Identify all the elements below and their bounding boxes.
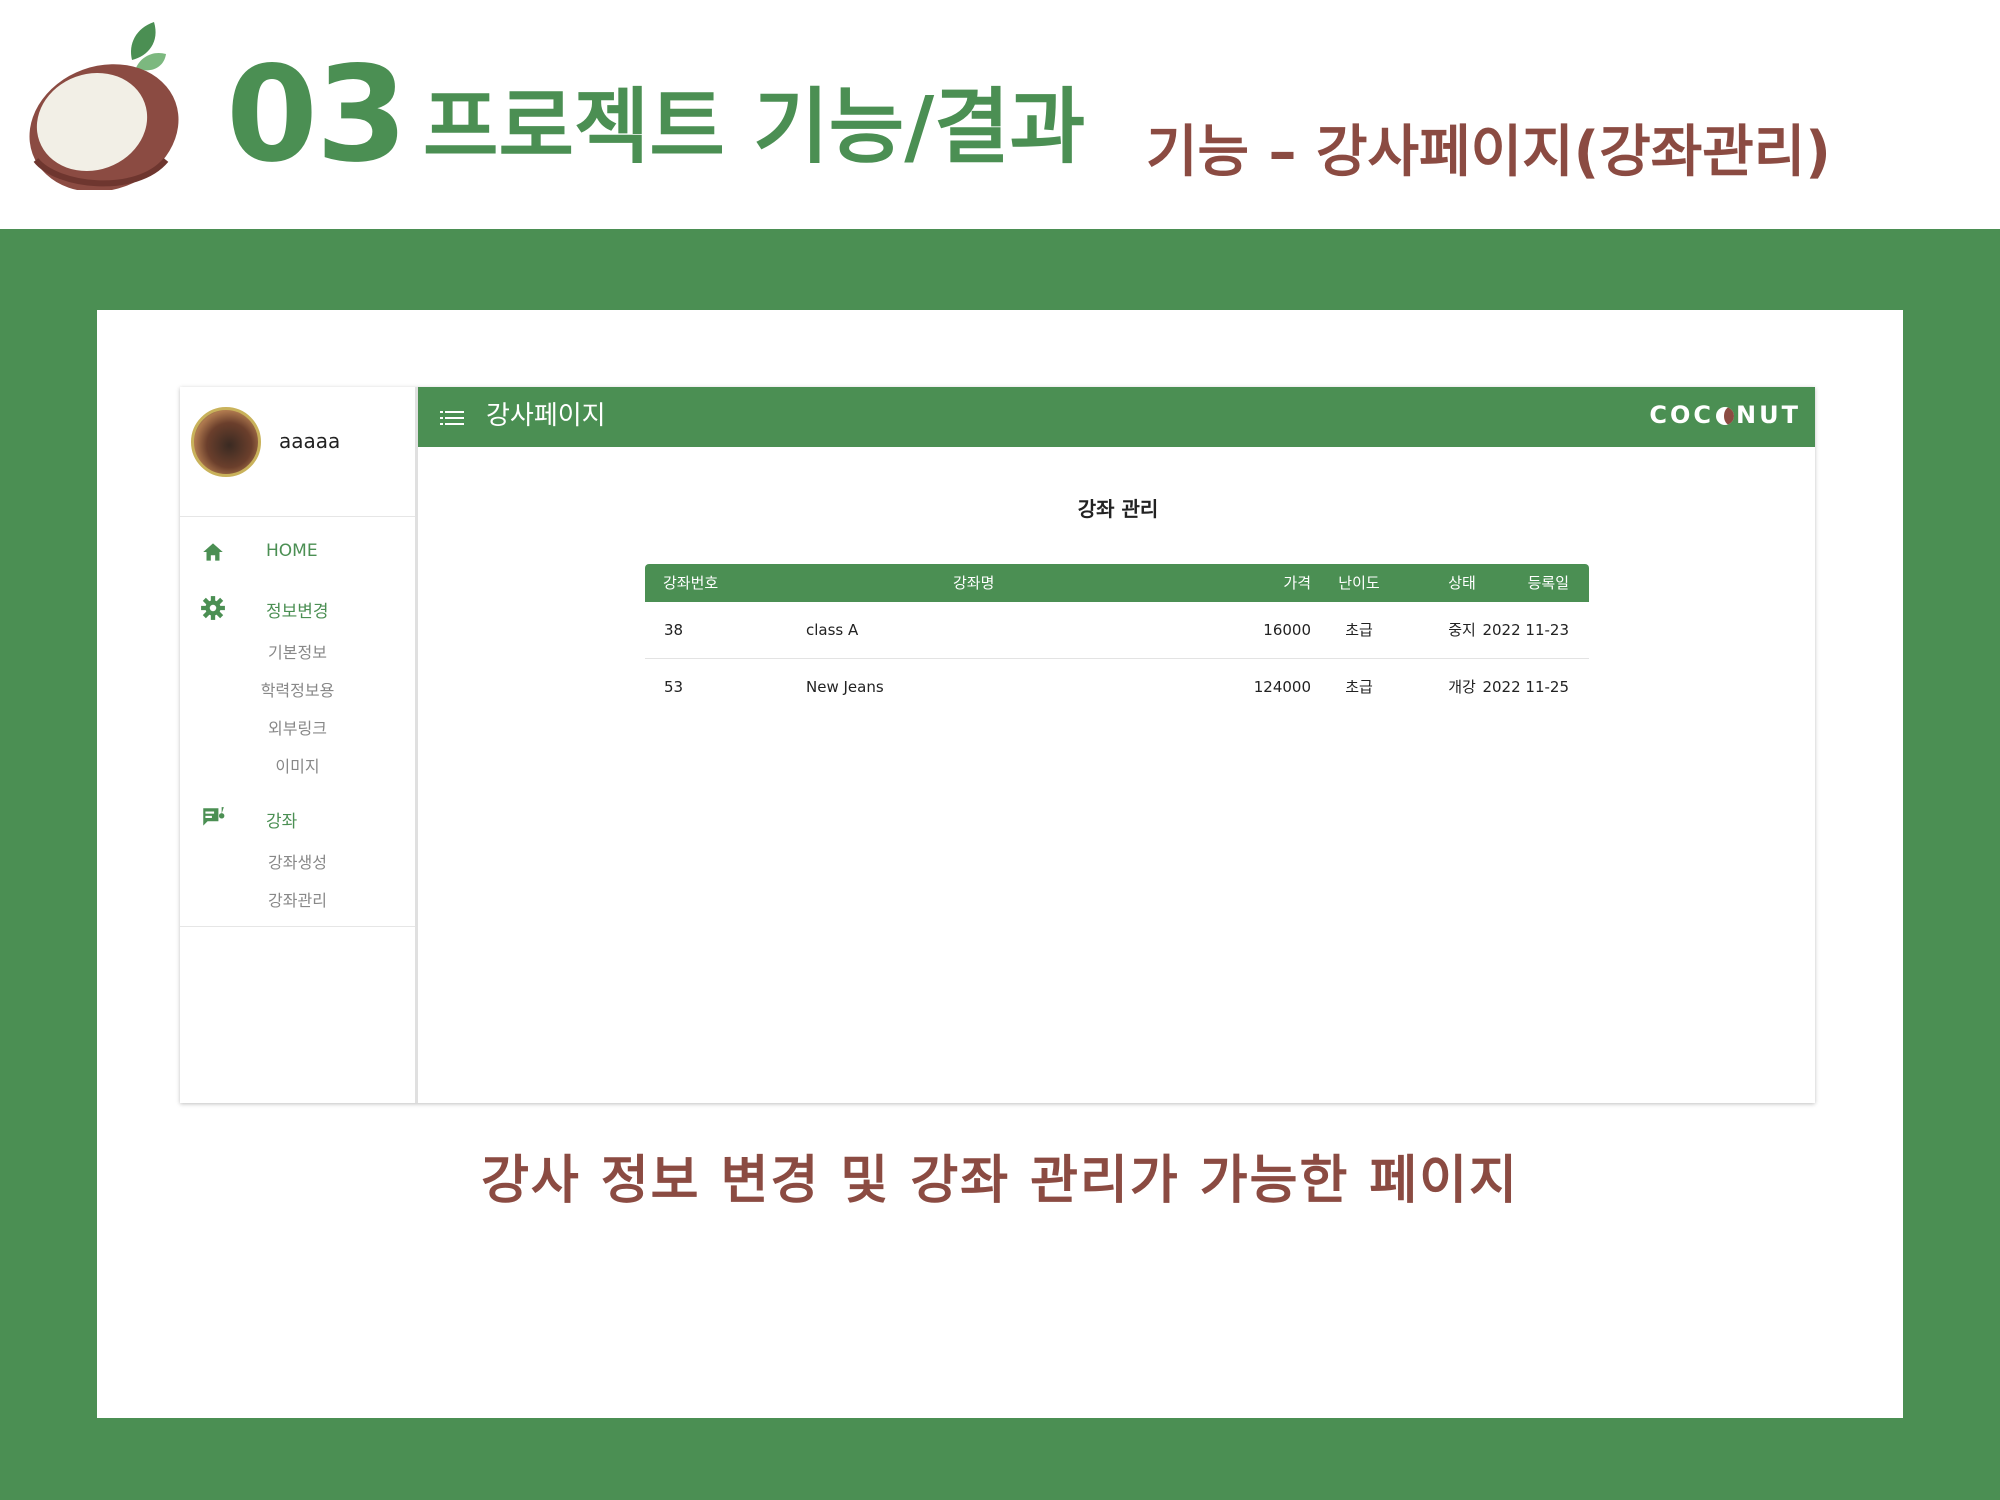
sidebar-item-course[interactable]: 강좌 [180,797,415,837]
cell-course-name: New Jeans [806,678,884,696]
th-course-name: 강좌명 [953,574,995,592]
table-row[interactable]: 53 New Jeans 124000 초급 개강 2022 11-25 [645,659,1589,716]
sidebar: aaaaa HOME 정보변경 기본정보 학력정보용 외부링크 이미지 강좌 강… [180,387,418,1103]
table-row[interactable]: 38 class A 16000 초급 중지 2022 11-23 [645,602,1589,659]
sidebar-subitem-image[interactable]: 이미지 [180,752,415,782]
coconut-o-icon [1716,407,1735,425]
th-difficulty: 난이도 [1338,574,1380,592]
brand-logo[interactable]: COC NUT [1649,401,1801,429]
username: aaaaa [279,429,341,453]
content-title: 강좌 관리 [1077,497,1159,521]
sidebar-subitem-external-link[interactable]: 외부링크 [180,714,415,744]
cell-price: 16000 [1263,621,1311,639]
brand-text-right: NUT [1736,401,1801,429]
profile-section: aaaaa [180,387,415,517]
sidebar-nav: HOME 정보변경 기본정보 학력정보용 외부링크 이미지 강좌 강좌생성 강좌… [180,517,415,927]
cell-difficulty: 초급 [1345,678,1373,696]
avatar[interactable] [191,407,261,477]
sidebar-item-home[interactable]: HOME [180,531,415,571]
cell-price: 124000 [1253,678,1311,696]
sidebar-subitem-course-manage[interactable]: 강좌관리 [180,886,415,916]
top-app-bar: 강사페이지 COC NUT [418,387,1815,447]
cell-reg-date: 2022 11-23 [1482,621,1569,639]
menu-list-icon[interactable] [440,409,464,427]
coconut-logo-icon [29,22,179,190]
sidebar-item-label: HOME [266,541,318,561]
th-reg-date: 등록일 [1527,574,1569,592]
th-price: 가격 [1283,574,1311,592]
sidebar-item-label: 강좌 [266,812,298,832]
cell-course-id: 53 [664,678,684,696]
gear-icon [201,596,225,620]
sidebar-subitem-basic-info[interactable]: 기본정보 [180,638,415,668]
instructor-app-window: aaaaa HOME 정보변경 기본정보 학력정보용 외부링크 이미지 강좌 강… [180,387,1815,1103]
sidebar-subitem-course-create[interactable]: 강좌생성 [180,848,415,878]
cell-course-name: class A [806,621,859,639]
slide-header: 03 프로젝트 기능/결과 기능 – 강사페이지(강좌관리) [0,0,2000,229]
sidebar-subitem-education-info[interactable]: 학력정보용 [180,676,415,706]
sidebar-item-label: 정보변경 [266,602,329,622]
table-header: 강좌번호 강좌명 가격 난이도 상태 등록일 [645,564,1589,602]
th-course-id: 강좌번호 [663,574,719,592]
section-subtitle: 기능 – 강사페이지(강좌관리) [1146,120,1831,185]
slide-caption: 강사 정보 변경 및 강좌 관리가 가능한 페이지 [481,1151,1519,1211]
section-title: 프로젝트 기능/결과 [423,80,1086,175]
cell-difficulty: 초급 [1345,621,1373,639]
course-table: 강좌번호 강좌명 가격 난이도 상태 등록일 38 class A 16000 … [645,564,1589,716]
page-title: 강사페이지 [486,401,606,431]
section-number: 03 [226,38,408,192]
course-board-icon [202,807,225,826]
sidebar-item-info-change[interactable]: 정보변경 [180,587,415,627]
cell-course-id: 38 [664,621,684,639]
brand-text-left: COC [1649,401,1715,429]
home-icon [203,543,223,561]
cell-reg-date: 2022 11-25 [1482,678,1569,696]
